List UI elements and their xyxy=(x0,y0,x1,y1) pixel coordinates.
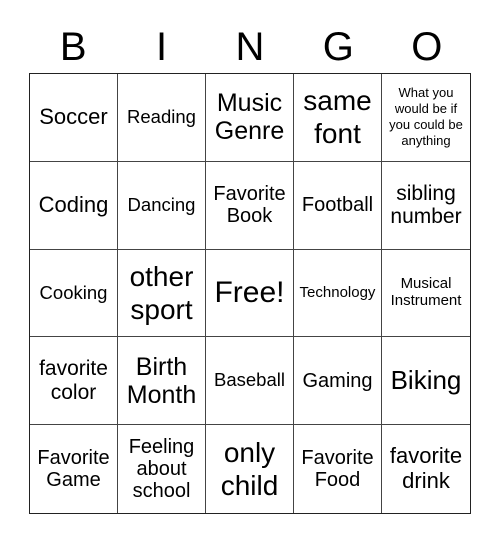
bingo-cell[interactable]: sibling number xyxy=(382,162,470,250)
header-letter-n: N xyxy=(235,25,265,69)
header-letter-o: O xyxy=(411,25,443,69)
bingo-cell[interactable]: Cooking xyxy=(30,249,118,338)
bingo-cell-label: Free! xyxy=(214,275,285,309)
bingo-cell-label: favorite drink xyxy=(389,443,463,494)
bingo-cell-label: Favorite Game xyxy=(37,446,110,492)
bingo-cell[interactable]: Soccer xyxy=(30,74,118,162)
bingo-cell-label: Football xyxy=(301,194,374,216)
bingo-cell-label: Feeling about school xyxy=(128,435,195,503)
bingo-cell[interactable]: Reading xyxy=(118,74,206,162)
bingo-cell[interactable]: Technology xyxy=(294,249,382,338)
bingo-cell[interactable]: Birth Month xyxy=(118,337,206,426)
header-letter-b: B xyxy=(59,25,87,69)
bingo-cell[interactable]: Music Genre xyxy=(206,74,294,162)
bingo-cell-label: Favorite Book xyxy=(213,182,286,228)
bingo-cell[interactable]: What you would be if you could be anythi… xyxy=(382,74,470,162)
bingo-card-grid: Soccer Reading Music Genre same font What yo… xyxy=(29,73,471,514)
bingo-cell[interactable]: only child xyxy=(206,425,294,513)
bingo-cell-label: Music Genre xyxy=(214,89,285,146)
bingo-cell-label: Gaming xyxy=(302,369,373,392)
bingo-cell[interactable]: Musical Instrument xyxy=(382,250,470,338)
bingo-cell-label: Coding xyxy=(38,191,109,217)
bingo-cell-label: Cooking xyxy=(39,281,108,303)
bingo-cell-label: Dancing xyxy=(127,193,196,215)
bingo-cell[interactable]: Feeling about school xyxy=(118,425,206,513)
bingo-cell-label: Soccer xyxy=(39,104,108,130)
bingo-cell[interactable]: other sport xyxy=(118,249,206,338)
bingo-cell[interactable]: Biking xyxy=(382,337,470,426)
bingo-cell-label: Favorite Food xyxy=(301,446,374,492)
bingo-header: B I N G O xyxy=(29,22,471,72)
bingo-cell[interactable]: Baseball xyxy=(206,337,294,426)
bingo-cell[interactable]: Gaming xyxy=(294,337,382,426)
bingo-cell-label: Baseball xyxy=(214,369,285,391)
bingo-cell[interactable]: favorite drink xyxy=(382,425,470,513)
bingo-cell-label: same font xyxy=(303,85,372,150)
bingo-cell[interactable]: Football xyxy=(294,161,382,250)
bingo-cell-label: favorite color xyxy=(39,357,108,404)
bingo-cell[interactable]: Favorite Game xyxy=(30,425,118,513)
bingo-cell-label: sibling number xyxy=(390,181,462,229)
bingo-cell[interactable]: favorite color xyxy=(30,337,118,426)
bingo-cell[interactable]: Dancing xyxy=(118,161,206,250)
bingo-cell-free[interactable]: Free! xyxy=(206,249,294,338)
bingo-cell-label: other sport xyxy=(129,260,194,325)
bingo-cell-label: Technology xyxy=(299,283,376,301)
bingo-cell[interactable]: Coding xyxy=(30,161,118,250)
bingo-cell[interactable]: same font xyxy=(294,74,382,162)
bingo-cell-label: What you would be if you could be anythi… xyxy=(389,85,463,149)
bingo-cell-label: Biking xyxy=(390,365,462,396)
bingo-cell-label: Birth Month xyxy=(126,352,197,409)
bingo-cell-label: only child xyxy=(220,437,279,502)
bingo-cell-label: Reading xyxy=(127,106,196,128)
header-letter-g: G xyxy=(322,25,354,69)
bingo-cell-label: Musical Instrument xyxy=(390,275,462,309)
bingo-cell[interactable]: Favorite Food xyxy=(294,425,382,513)
header-letter-i: I xyxy=(156,25,168,69)
bingo-cell[interactable]: Favorite Book xyxy=(206,161,294,250)
